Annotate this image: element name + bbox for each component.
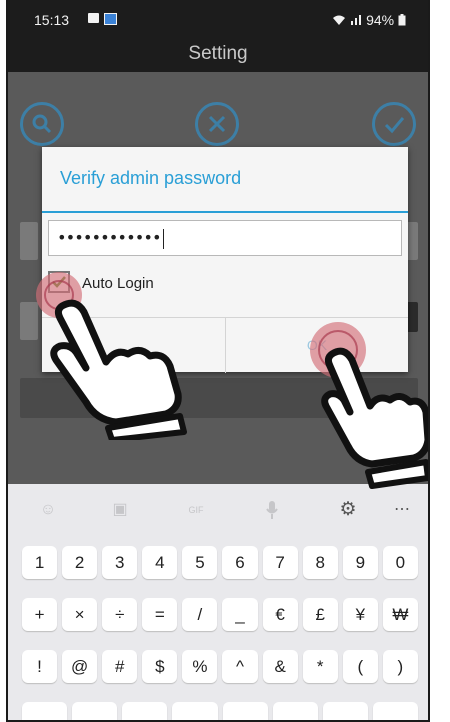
keyboard-key[interactable]: * xyxy=(302,650,338,683)
keyboard-row: + × ÷ = / _ € £ ¥ ₩ xyxy=(22,598,418,631)
password-value: •••••••••••• xyxy=(57,228,162,247)
keyboard-key[interactable]: ! xyxy=(22,650,58,683)
password-input[interactable]: •••••••••••• xyxy=(48,220,402,256)
keyboard-key[interactable] xyxy=(222,702,268,720)
settings-icon[interactable]: ⚙ xyxy=(338,500,358,520)
keyboard-key[interactable]: % xyxy=(182,650,218,683)
gallery-notification-icon xyxy=(88,13,99,23)
keyboard-key[interactable]: 4 xyxy=(142,546,178,579)
sticker-icon[interactable]: ▣ xyxy=(110,500,130,520)
keyboard-key[interactable] xyxy=(322,702,368,720)
background-field xyxy=(20,302,38,340)
check-icon xyxy=(372,102,416,146)
keyboard-key[interactable]: × xyxy=(62,598,98,631)
keyboard-key[interactable]: ( xyxy=(342,650,378,683)
wifi-icon xyxy=(333,15,346,25)
keyboard-row: ! @ # $% ^ & *() xyxy=(22,650,418,683)
keyboard-key[interactable]: 9 xyxy=(342,546,378,579)
emoji-icon[interactable]: ☺ xyxy=(38,500,58,520)
dialog-title: Verify admin password xyxy=(60,168,242,188)
keyboard-key[interactable]: = xyxy=(142,598,178,631)
keyboard-key[interactable]: + xyxy=(22,598,58,631)
close-icon xyxy=(195,102,239,146)
keyboard-key[interactable]: 3 xyxy=(102,546,138,579)
keyboard-key[interactable]: 5 xyxy=(182,546,218,579)
keyboard-toolbar: ☺ ▣ GIF ⚙ ⋯ xyxy=(8,484,428,534)
keyboard-key[interactable]: 6 xyxy=(222,546,258,579)
keyboard-key[interactable]: 0 xyxy=(382,546,418,579)
keyboard-key[interactable] xyxy=(122,702,168,720)
background-field xyxy=(20,222,38,260)
keyboard-key[interactable]: ) xyxy=(382,650,418,683)
search-icon xyxy=(20,102,64,146)
keyboard-key[interactable]: ^ xyxy=(222,650,258,683)
keyboard-key[interactable]: 2 xyxy=(62,546,98,579)
text-caret xyxy=(162,228,164,249)
keyboard-row: 1234567890 xyxy=(22,546,418,579)
on-screen-keyboard: ☺ ▣ GIF ⚙ ⋯ 1234567890 + × ÷ = / _ € £ ¥ ₩ ! @ # $% ^… xyxy=(8,484,428,720)
keyboard-key[interactable]: _ xyxy=(222,598,258,631)
status-time: 15:13 xyxy=(34,12,70,28)
battery-text: 94% xyxy=(366,12,395,28)
keyboard-key[interactable]: 1 xyxy=(22,546,58,579)
pointing-hand-icon xyxy=(50,299,187,440)
phone-screen: 15:13 94% Setting ☺ ▣ GIF ⚙ ⋯ 1 2 3 4 5 … xyxy=(6,0,430,722)
keyboard-key[interactable]: ÷ xyxy=(102,598,138,631)
keyboard-key[interactable]: @ xyxy=(62,650,98,683)
keyboard-key[interactable]: & xyxy=(262,650,298,683)
keyboard-key[interactable] xyxy=(172,702,218,720)
keyboard-key[interactable] xyxy=(372,702,418,720)
keyboard-key[interactable] xyxy=(22,702,68,720)
more-icon[interactable]: ⋯ xyxy=(392,500,412,520)
keyboard-key[interactable]: 8 xyxy=(302,546,338,579)
keyboard-key[interactable] xyxy=(272,702,318,720)
pointing-hand-icon xyxy=(321,347,428,489)
microphone-icon[interactable] xyxy=(262,500,282,520)
keyboard-key[interactable]: £ xyxy=(302,598,338,631)
keyboard-key[interactable]: 7 xyxy=(262,546,298,579)
status-bar: 15:13 94% xyxy=(8,0,428,36)
signal-icon xyxy=(351,15,362,25)
keyboard-key[interactable]: $ xyxy=(142,650,178,683)
app-notification-icon xyxy=(104,13,117,25)
keyboard-key[interactable] xyxy=(72,702,118,720)
gif-icon[interactable]: GIF xyxy=(186,500,206,520)
dialog-divider xyxy=(42,211,408,213)
keyboard-key[interactable]: € xyxy=(262,598,298,631)
keyboard-key[interactable]: ¥ xyxy=(342,598,378,631)
keyboard-key[interactable]: # xyxy=(102,650,138,683)
battery-icon xyxy=(398,14,406,26)
page-title: Setting xyxy=(8,36,428,72)
keyboard-key[interactable]: / xyxy=(182,598,218,631)
status-right: 94% xyxy=(332,12,406,28)
keyboard-row-partial xyxy=(22,702,418,720)
keyboard-key[interactable]: ₩ xyxy=(382,598,418,631)
